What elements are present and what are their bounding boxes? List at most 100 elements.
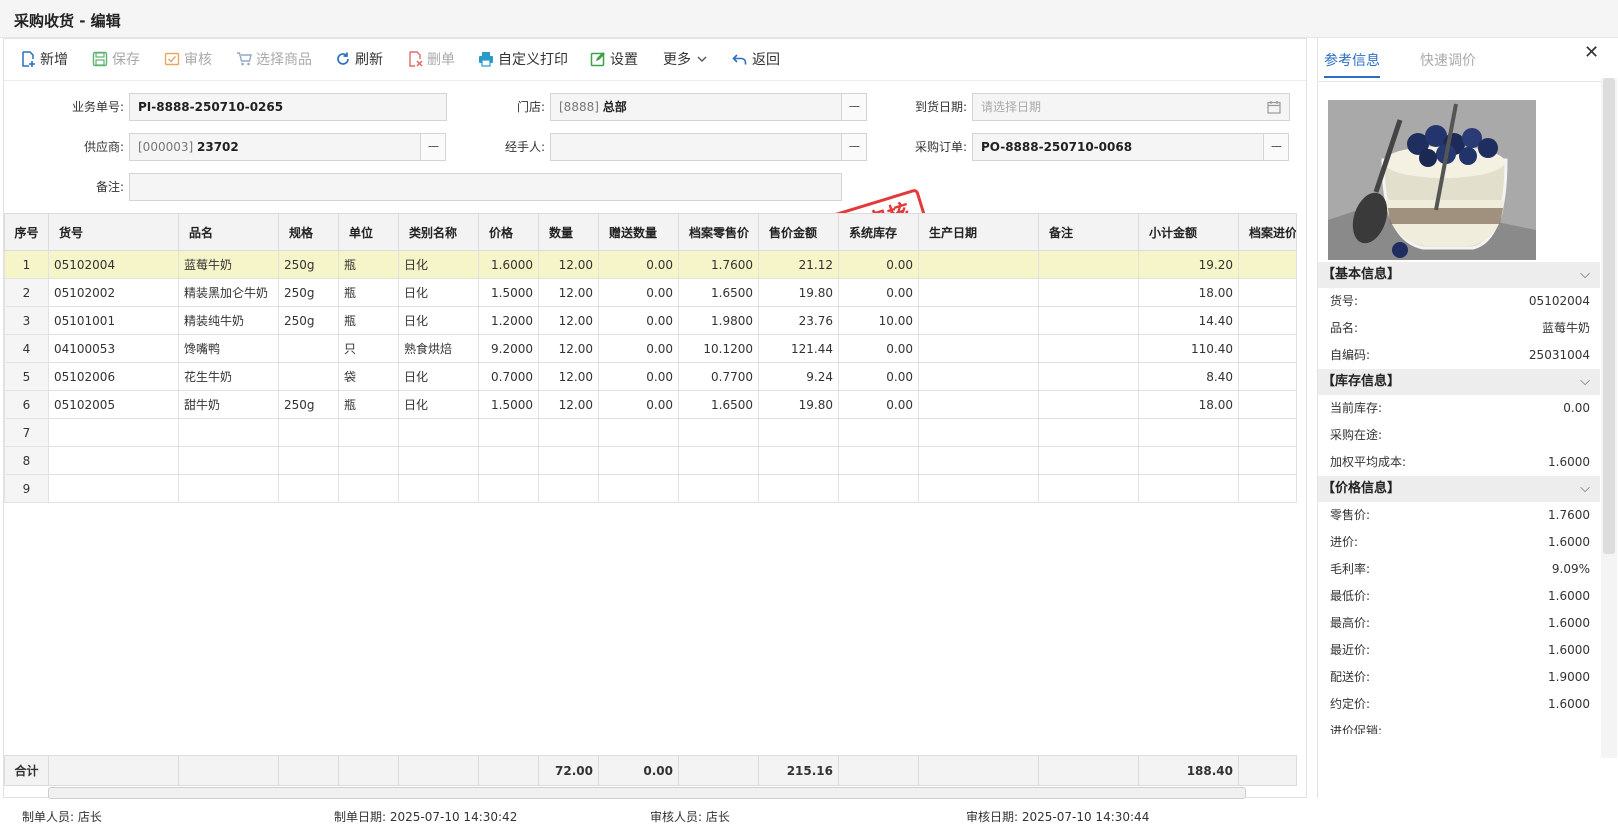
table-row[interactable]: 4 04100053 馋嘴鸭只熟食烘焙 9.2000 12.00 0.00 10.1200 1… bbox=[4, 334, 1297, 363]
column-header[interactable]: 规格 bbox=[278, 213, 339, 251]
table-cell[interactable]: 10.1200 bbox=[678, 334, 759, 363]
table-cell[interactable]: 0.00 bbox=[838, 278, 919, 307]
table-cell[interactable] bbox=[1038, 418, 1139, 447]
table-cell[interactable] bbox=[48, 474, 179, 503]
table-cell[interactable] bbox=[598, 418, 679, 447]
table-cell[interactable]: 05102006 bbox=[48, 362, 179, 391]
table-cell[interactable] bbox=[178, 418, 279, 447]
delete-button[interactable]: 删单 bbox=[407, 50, 455, 70]
table-cell[interactable]: 121.44 bbox=[758, 334, 839, 363]
table-cell[interactable]: 0.00 bbox=[838, 250, 919, 279]
column-header[interactable]: 数量 bbox=[538, 213, 599, 251]
settings-button[interactable]: 设置 bbox=[590, 50, 638, 70]
table-row[interactable]: 7 bbox=[4, 418, 1297, 447]
handler-field[interactable] bbox=[550, 133, 842, 161]
table-cell[interactable] bbox=[1238, 306, 1297, 335]
supplier-field[interactable]: [000003] 23702 bbox=[129, 133, 421, 161]
table-cell[interactable]: 瓶 bbox=[338, 250, 399, 279]
table-cell[interactable] bbox=[398, 474, 479, 503]
table-cell[interactable]: 10.00 bbox=[838, 306, 919, 335]
table-cell[interactable]: 只 bbox=[338, 334, 399, 363]
table-cell[interactable]: 9.2000 bbox=[478, 334, 539, 363]
table-cell[interactable]: 2 bbox=[4, 278, 49, 307]
table-cell[interactable] bbox=[1038, 250, 1139, 279]
table-cell[interactable] bbox=[838, 446, 919, 475]
table-cell[interactable] bbox=[598, 446, 679, 475]
table-cell[interactable]: 250g bbox=[278, 390, 339, 419]
table-cell[interactable] bbox=[918, 278, 1039, 307]
table-cell[interactable] bbox=[918, 418, 1039, 447]
column-header[interactable]: 货号 bbox=[48, 213, 179, 251]
back-button[interactable]: 返回 bbox=[732, 50, 780, 70]
price-info-section[interactable]: 【价格信息】 ⌵ bbox=[1318, 476, 1600, 502]
table-cell[interactable]: 4 bbox=[4, 334, 49, 363]
table-cell[interactable] bbox=[538, 446, 599, 475]
table-cell[interactable] bbox=[838, 418, 919, 447]
bizno-field[interactable]: PI-8888-250710-0265 bbox=[129, 93, 447, 121]
table-cell[interactable]: 1.7600 bbox=[678, 250, 759, 279]
table-row[interactable]: 6 05102005 甜牛奶 250g 瓶日化 1.5000 12.00 0.00 1.6500… bbox=[4, 390, 1297, 419]
table-cell[interactable] bbox=[1038, 278, 1139, 307]
table-cell[interactable]: 日化 bbox=[398, 278, 479, 307]
table-cell[interactable]: 1.5000 bbox=[478, 278, 539, 307]
table-cell[interactable] bbox=[678, 446, 759, 475]
table-cell[interactable]: 05102002 bbox=[48, 278, 179, 307]
table-cell[interactable] bbox=[918, 362, 1039, 391]
table-cell[interactable]: 0.00 bbox=[598, 278, 679, 307]
table-cell[interactable] bbox=[398, 418, 479, 447]
table-cell[interactable] bbox=[478, 418, 539, 447]
table-cell[interactable] bbox=[538, 474, 599, 503]
column-header[interactable]: 档案进价 bbox=[1238, 213, 1297, 251]
table-cell[interactable] bbox=[678, 474, 759, 503]
table-cell[interactable]: 1.6500 bbox=[678, 278, 759, 307]
calendar-icon[interactable] bbox=[1267, 100, 1281, 114]
table-row[interactable]: 2 05102002 精装黑加仑牛奶 250g 瓶日化 1.5000 12.00 0.00 1.… bbox=[4, 278, 1297, 307]
column-header[interactable]: 单位 bbox=[338, 213, 399, 251]
table-cell[interactable]: 12.00 bbox=[538, 278, 599, 307]
table-cell[interactable] bbox=[918, 250, 1039, 279]
table-cell[interactable]: 250g bbox=[278, 278, 339, 307]
table-cell[interactable]: 1 bbox=[4, 250, 49, 279]
table-cell[interactable] bbox=[1138, 446, 1239, 475]
column-header[interactable]: 档案零售价 bbox=[678, 213, 759, 251]
stock-info-section[interactable]: 【库存信息】 ⌵ bbox=[1318, 369, 1600, 395]
table-cell[interactable]: 日化 bbox=[398, 390, 479, 419]
handler-picker-button[interactable]: --- bbox=[841, 133, 867, 161]
table-cell[interactable]: 0.7000 bbox=[478, 362, 539, 391]
close-icon[interactable]: ✕ bbox=[1584, 42, 1599, 63]
table-row[interactable]: 3 05101001 精装纯牛奶 250g 瓶日化 1.2000 12.00 0.00 1.98… bbox=[4, 306, 1297, 335]
table-cell[interactable] bbox=[278, 418, 339, 447]
table-cell[interactable] bbox=[1238, 250, 1297, 279]
table-cell[interactable]: 3 bbox=[4, 306, 49, 335]
table-cell[interactable] bbox=[1038, 390, 1139, 419]
table-cell[interactable]: 0.00 bbox=[838, 362, 919, 391]
table-cell[interactable] bbox=[758, 474, 839, 503]
column-header[interactable]: 品名 bbox=[178, 213, 279, 251]
supplier-picker-button[interactable]: --- bbox=[420, 133, 446, 161]
table-cell[interactable] bbox=[1238, 474, 1297, 503]
table-cell[interactable]: 熟食烘焙 bbox=[398, 334, 479, 363]
table-cell[interactable]: 1.2000 bbox=[478, 306, 539, 335]
table-cell[interactable] bbox=[478, 446, 539, 475]
more-button[interactable]: 更多 bbox=[663, 50, 707, 70]
table-cell[interactable] bbox=[178, 446, 279, 475]
table-cell[interactable]: 250g bbox=[278, 306, 339, 335]
table-cell[interactable]: 05102004 bbox=[48, 250, 179, 279]
table-cell[interactable]: 12.00 bbox=[538, 390, 599, 419]
table-cell[interactable]: 日化 bbox=[398, 250, 479, 279]
table-cell[interactable]: 21.12 bbox=[758, 250, 839, 279]
table-cell[interactable]: 瓶 bbox=[338, 390, 399, 419]
table-cell[interactable] bbox=[918, 474, 1039, 503]
table-cell[interactable]: 0.00 bbox=[598, 334, 679, 363]
column-header[interactable]: 小计金额 bbox=[1138, 213, 1239, 251]
table-cell[interactable] bbox=[1238, 334, 1297, 363]
table-cell[interactable] bbox=[48, 418, 179, 447]
table-cell[interactable] bbox=[678, 418, 759, 447]
tab-quick-price[interactable]: 快速调价 bbox=[1420, 50, 1476, 70]
chevron-down-icon[interactable]: ⌵ bbox=[1580, 262, 1590, 288]
table-cell[interactable]: 0.00 bbox=[598, 390, 679, 419]
column-header[interactable]: 赠送数量 bbox=[598, 213, 679, 251]
column-header[interactable]: 序号 bbox=[4, 213, 49, 251]
store-picker-button[interactable]: --- bbox=[841, 93, 867, 121]
table-cell[interactable] bbox=[1238, 446, 1297, 475]
